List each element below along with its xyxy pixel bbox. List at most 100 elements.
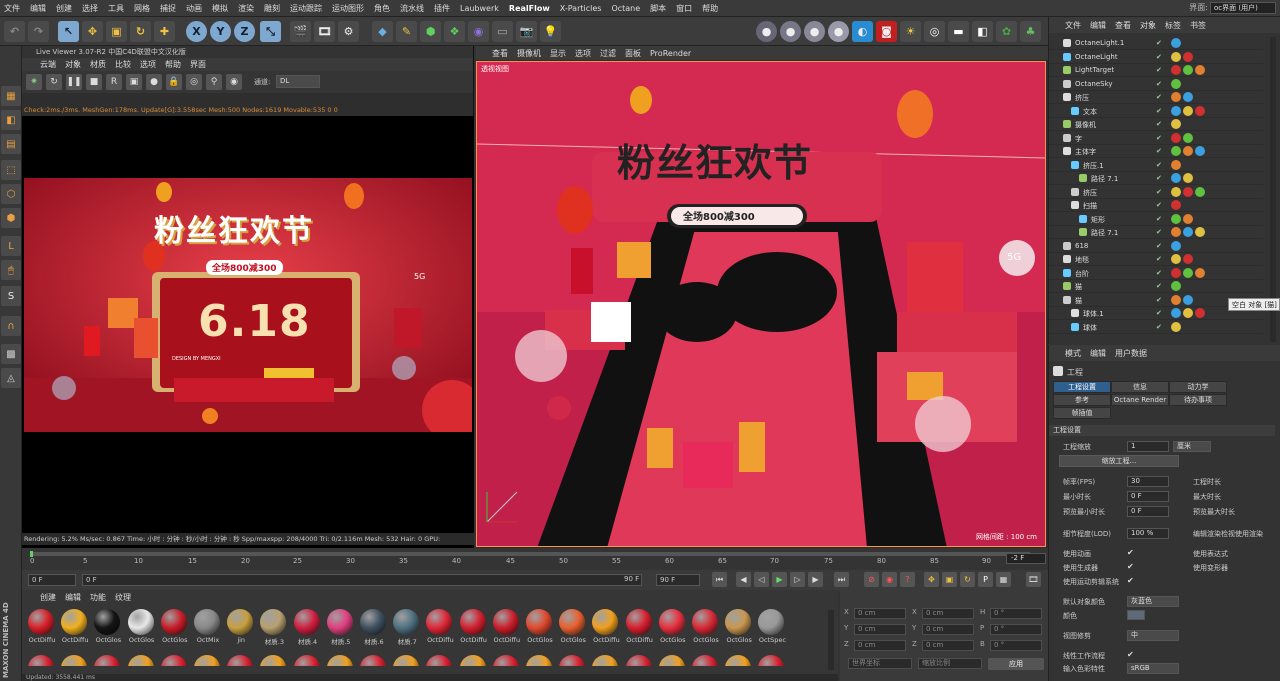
object-row[interactable]: 台阶 ✔ (1049, 267, 1263, 280)
material-swatch[interactable]: OctGlos (723, 608, 753, 648)
object-tag-icon[interactable] (1195, 105, 1205, 116)
material-swatch[interactable]: 材质.4 (292, 608, 322, 648)
timeline[interactable]: 0 5 10 15 20 25 30 35 40 45 50 55 60 65 … (22, 548, 1048, 570)
scale-project-button[interactable]: 缩放工程... (1059, 455, 1179, 467)
material-swatch-row2[interactable] (723, 654, 753, 666)
menu-motion-tracking[interactable]: 运动跟踪 (290, 3, 322, 14)
points-mode-icon[interactable]: ⬚ (1, 160, 21, 180)
vp-menu-prorender[interactable]: ProRender (650, 49, 691, 58)
object-tag-icon[interactable] (1183, 65, 1193, 75)
axis-mode-icon[interactable]: L (1, 236, 21, 256)
object-tag-icon[interactable] (1171, 267, 1181, 278)
use-animation-check[interactable]: ✔ (1127, 548, 1134, 557)
input-color-select[interactable]: sRGB (1127, 663, 1179, 674)
object-tag-icon[interactable] (1171, 132, 1181, 143)
tab-octane-render[interactable]: Octane Render (1111, 394, 1169, 406)
material-swatch[interactable]: OctGlos (524, 608, 554, 648)
material-swatch[interactable]: OctGlos (92, 608, 122, 648)
menu-mograph[interactable]: 运动图形 (332, 3, 364, 14)
rotation-p-field[interactable]: 0 ° (990, 624, 1042, 635)
menu-window[interactable]: 窗口 (676, 3, 692, 14)
object-tag-icon[interactable] (1183, 227, 1193, 237)
material-swatch[interactable]: OctGlos (557, 608, 587, 648)
size-z-field[interactable]: 0 cm (922, 640, 974, 651)
frame-range-slider[interactable]: 0 F (82, 574, 642, 586)
axis-x-button[interactable]: X (186, 21, 207, 42)
octane-ies-icon[interactable]: ◧ (972, 21, 993, 42)
rotation-h-field[interactable]: 0 ° (990, 608, 1042, 619)
position-y-field[interactable]: 0 cm (854, 624, 906, 635)
object-tag-icon[interactable] (1171, 92, 1181, 102)
menu-snap[interactable]: 捕捉 (160, 3, 176, 14)
subdivision-icon[interactable]: ⬢ (420, 21, 441, 42)
size-y-field[interactable]: 0 cm (922, 624, 974, 635)
object-row[interactable]: 618 ✔ (1049, 240, 1263, 253)
vp-menu-options[interactable]: 选项 (575, 48, 591, 59)
deformer-icon[interactable]: ◉ (468, 21, 489, 42)
array-icon[interactable]: ❖ (444, 21, 465, 42)
scale-mode-select[interactable]: 缩放比例 (918, 658, 982, 669)
octane-tree-icon[interactable]: ♣ (1020, 21, 1041, 42)
object-row[interactable]: OctaneSky ✔ (1049, 78, 1263, 91)
object-tag-icon[interactable] (1171, 65, 1181, 75)
object-enabled-check-icon[interactable]: ✔ (1156, 66, 1162, 74)
object-tag-icon[interactable] (1171, 281, 1181, 291)
preview-min-field[interactable]: 0 F (1127, 506, 1169, 517)
mat-menu-edit[interactable]: 编辑 (65, 592, 81, 603)
object-row[interactable]: 路径 7.1 ✔ (1049, 226, 1263, 239)
menu-plugins[interactable]: 插件 (434, 3, 450, 14)
scale-icon[interactable]: ▣ (106, 21, 127, 42)
object-row[interactable]: 球体 ✔ (1049, 321, 1263, 334)
object-row[interactable]: 挤压 ✔ (1049, 91, 1263, 104)
menu-edit[interactable]: 编辑 (30, 3, 46, 14)
object-tag-icon[interactable] (1171, 159, 1181, 170)
object-row[interactable]: 矩形 ✔ (1049, 213, 1263, 226)
obj-menu-file[interactable]: 文件 (1065, 20, 1081, 31)
object-tag-icon[interactable] (1195, 186, 1205, 197)
object-tag-icon[interactable] (1183, 254, 1193, 264)
model-mode-icon[interactable]: ▦ (1, 86, 21, 106)
camera-icon[interactable]: 📷 (516, 21, 537, 42)
object-tag-icon[interactable] (1171, 213, 1181, 224)
render-view-icon[interactable]: 🎬 (290, 21, 311, 42)
tab-info[interactable]: 信息 (1111, 381, 1169, 393)
region-render-icon[interactable]: R (106, 74, 122, 90)
object-enabled-check-icon[interactable]: ✔ (1156, 215, 1162, 223)
object-enabled-check-icon[interactable]: ✔ (1156, 93, 1162, 101)
menu-sculpt[interactable]: 雕刻 (264, 3, 280, 14)
mat-menu-create[interactable]: 创建 (40, 592, 56, 603)
object-tag-icon[interactable] (1183, 146, 1193, 156)
object-tag-icon[interactable] (1195, 227, 1205, 237)
world-coords-select[interactable]: 世界坐标 (848, 658, 912, 669)
fps-field[interactable]: 30 (1127, 476, 1169, 487)
object-tag-icon[interactable] (1171, 321, 1181, 332)
mat-menu-texture[interactable]: 纹理 (115, 592, 131, 603)
object-enabled-check-icon[interactable]: ✔ (1156, 201, 1162, 209)
material-swatch-row2[interactable] (92, 654, 122, 666)
key-rotation-icon[interactable]: ↻ (960, 572, 975, 587)
object-tag-icon[interactable] (1183, 51, 1193, 62)
object-tag-icon[interactable] (1183, 92, 1193, 102)
object-tag-icon[interactable] (1171, 254, 1181, 264)
attr-menu-userdata[interactable]: 用户数据 (1115, 348, 1147, 359)
position-x-field[interactable]: 0 cm (854, 608, 906, 619)
edges-mode-icon[interactable]: ⬡ (1, 184, 21, 204)
menu-mesh[interactable]: 网格 (134, 3, 150, 14)
material-swatch-row2[interactable] (258, 654, 288, 666)
vp-menu-view[interactable]: 查看 (492, 48, 508, 59)
live-menu-objects[interactable]: 对象 (65, 59, 81, 70)
material-swatch-row2[interactable] (225, 654, 255, 666)
octane-target-icon[interactable]: ◎ (924, 21, 945, 42)
key-scale-icon[interactable]: ▣ (942, 572, 957, 587)
rotate-icon[interactable]: ↻ (130, 21, 151, 42)
menu-script[interactable]: 脚本 (650, 3, 666, 14)
default-color-select[interactable]: 灰蓝色 (1127, 596, 1179, 607)
key-position-icon[interactable]: ✥ (924, 572, 939, 587)
magnet-icon[interactable]: ∩ (1, 316, 21, 336)
material-swatch[interactable]: OctDiffu (26, 608, 56, 648)
object-row[interactable]: OctaneLight.1 ✔ (1049, 37, 1263, 50)
next-frame-icon[interactable]: ▷ (790, 572, 805, 587)
octane-camera-icon[interactable]: ◙ (876, 21, 897, 42)
material-swatch-row2[interactable] (590, 654, 620, 666)
object-enabled-check-icon[interactable]: ✔ (1156, 255, 1162, 263)
